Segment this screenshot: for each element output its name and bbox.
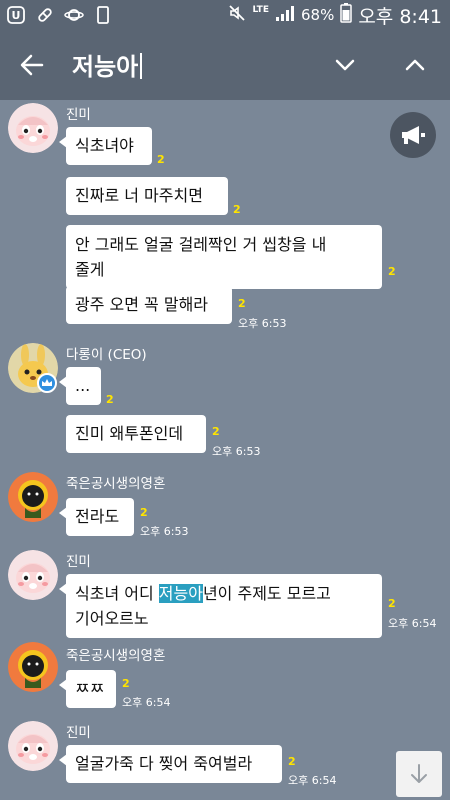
unread-count: 2 <box>238 297 246 310</box>
message-time: 오후 6:54 <box>122 696 171 709</box>
message-text: 얼굴가죽 다 찢어 죽여벌라 <box>75 754 253 773</box>
notice-button[interactable] <box>390 112 436 158</box>
avatar-jinmi[interactable] <box>8 103 58 153</box>
unread-count: 2 <box>233 203 241 216</box>
arrow-left-icon <box>20 54 44 76</box>
sender-name: 진미 <box>66 725 91 741</box>
search-header: 저능아 <box>0 30 450 100</box>
scroll-to-bottom-button[interactable] <box>396 751 442 797</box>
message-time: 오후 6:53 <box>140 525 189 538</box>
message-time: 오후 6:53 <box>212 445 261 458</box>
sender-name: 죽은공시생의영혼 <box>66 476 166 492</box>
previous-result-button[interactable] <box>400 50 430 80</box>
message-text: 진미 왜투폰인데 <box>75 424 184 443</box>
message-bubble[interactable]: ... <box>59 367 101 405</box>
message-text: 식초녀 어디 <box>75 584 159 603</box>
message-text: 진짜로 너 마주치면 <box>75 186 203 205</box>
message-bubble[interactable]: 광주 오면 꼭 말해라 <box>66 286 232 324</box>
phone-icon <box>93 5 113 25</box>
message-bubble[interactable]: 전라도 <box>59 498 134 536</box>
svg-text:U: U <box>12 9 21 22</box>
planet-icon <box>64 5 84 25</box>
message-text: 식초녀야 <box>75 136 134 155</box>
unread-count: 2 <box>388 265 396 278</box>
message-bubble[interactable]: 식초녀 어디 저능아년이 주제도 모르고기어오르노 <box>59 574 382 638</box>
crown-badge-icon <box>37 373 57 393</box>
arrow-down-icon <box>411 764 427 783</box>
next-result-button[interactable] <box>330 50 360 80</box>
avatar-jinmi[interactable] <box>8 721 58 771</box>
unread-count: 2 <box>388 597 396 610</box>
clock: 오후 8:41 <box>358 5 442 28</box>
pill-icon <box>35 5 55 25</box>
message-text-line: 안 그래도 얼굴 걸레짝인 거 씹창을 내 <box>75 235 327 254</box>
network-type: LTE <box>252 4 269 15</box>
message-text: 전라도 <box>75 507 120 526</box>
battery-percent: 68% <box>300 6 335 24</box>
message-text: ... <box>75 376 91 395</box>
avatar-jinmi[interactable] <box>8 550 58 600</box>
message-bubble[interactable]: 얼굴가죽 다 찢어 죽여벌라 <box>59 745 282 783</box>
search-query-text: 저능아 <box>72 53 139 81</box>
sender-name: 죽은공시생의영혼 <box>66 648 166 664</box>
chevron-up-icon <box>405 59 425 71</box>
message-bubble[interactable]: 식초녀야 <box>59 127 152 165</box>
avatar-ghost[interactable] <box>8 472 58 522</box>
status-bar: U LTE 68% 오후 8:41 <box>0 0 450 30</box>
sender-name: 진미 <box>66 107 91 123</box>
message-text-line: 줄게 <box>75 260 105 279</box>
sender-name: 진미 <box>66 554 91 570</box>
app-notification-icon: U <box>6 5 26 25</box>
message-time: 오후 6:54 <box>288 774 337 787</box>
unread-count: 2 <box>288 755 296 768</box>
message-bubble[interactable]: 진짜로 너 마주치면 <box>66 177 228 215</box>
message-text: 광주 오면 꼭 말해라 <box>75 295 209 314</box>
megaphone-icon <box>402 126 425 144</box>
search-highlight: 저능아 <box>158 584 203 603</box>
avatar-ghost[interactable] <box>8 642 58 692</box>
unread-count: 2 <box>106 393 114 406</box>
back-button[interactable] <box>16 50 48 80</box>
chevron-down-icon <box>335 59 355 71</box>
unread-count: 2 <box>212 425 220 438</box>
unread-count: 2 <box>140 506 148 519</box>
search-input[interactable]: 저능아 <box>72 47 143 82</box>
text-cursor <box>140 53 143 79</box>
unread-count: 2 <box>157 153 165 166</box>
message-bubble[interactable]: 안 그래도 얼굴 걸레짝인 거 씹창을 내줄게 <box>66 225 382 289</box>
message-bubble[interactable]: ㅉㅉ <box>59 670 116 708</box>
message-bubble[interactable]: 진미 왜투폰인데 <box>66 415 206 453</box>
battery-icon <box>340 3 353 27</box>
message-time: 오후 6:53 <box>238 317 287 330</box>
signal-icon <box>275 4 295 26</box>
chat-area[interactable]: 진미 식초녀야 2 진짜로 너 마주치면 2 안 그래도 얼굴 걸레짝인 거 씹… <box>0 100 450 800</box>
unread-count: 2 <box>122 677 130 690</box>
message-text: ㅉㅉ <box>75 679 105 698</box>
message-text: 년이 주제도 모르고 <box>202 584 331 603</box>
message-time: 오후 6:54 <box>388 617 437 630</box>
message-text-line: 기어오르노 <box>75 609 149 628</box>
sender-name: 다롱이 (CEO) <box>66 347 147 363</box>
mute-icon <box>228 4 246 26</box>
